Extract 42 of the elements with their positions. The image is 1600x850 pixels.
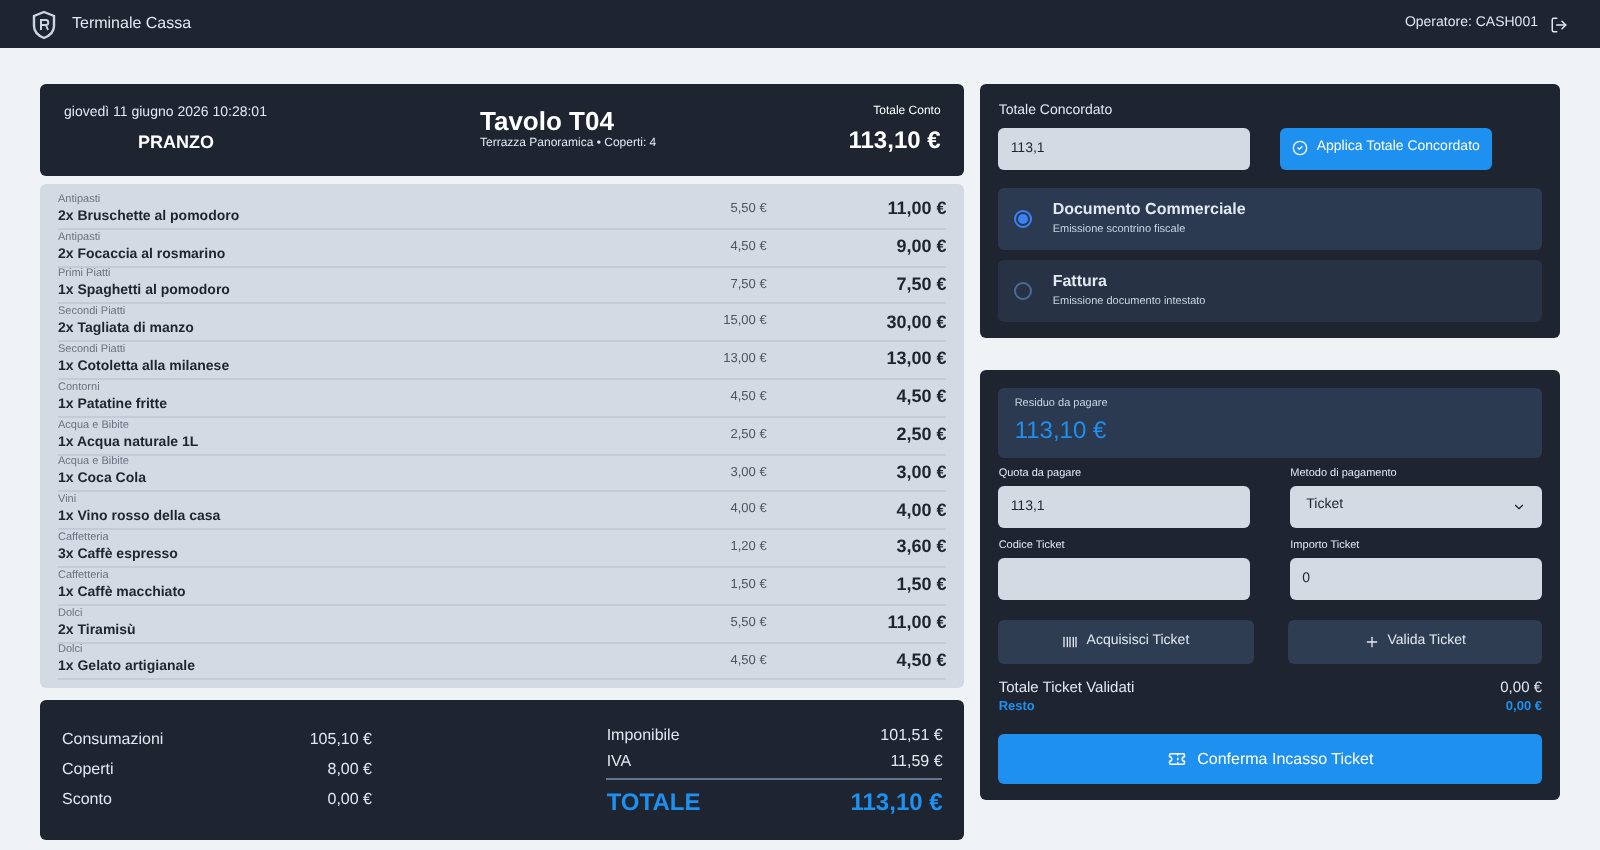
summary-value: 0,00 € [327,788,372,812]
app-title: Terminale Cassa [72,12,192,36]
item-total: 9,00 € [894,233,947,260]
barcode-icon [1062,634,1079,650]
tax-label: IVA [606,749,632,773]
item-total: 4,00 € [894,497,947,524]
plus-icon [1363,634,1380,650]
input-field[interactable] [998,558,1251,600]
item-total: 4,50 € [894,384,947,411]
radio-button[interactable] [1014,281,1033,299]
item-total: 3,60 € [894,534,947,561]
remaining-amount: 113,10 € [1014,414,1109,449]
ticket-icon [1167,750,1186,768]
summary-value: 105,10 € [309,728,372,752]
tax-label: Imponibile [606,723,680,747]
item-total: 4,50 € [894,647,947,674]
table-title: Tavolo T04 [480,106,616,136]
item-total: 11,00 € [885,609,947,636]
summary-value: 8,00 € [327,758,372,782]
grand-total-label: TOTALE [606,785,701,819]
item-total: 11,00 € [885,196,947,223]
chevron-down-icon [1512,499,1526,514]
document-title: Documento Commerciale [1052,197,1246,222]
document-title: Fattura [1052,269,1109,294]
service-label: PRANZO [138,129,216,155]
item-total: 3,00 € [894,459,947,486]
item-total: 7,50 € [894,271,947,298]
grand-total: 113,10 € [850,785,943,819]
summary-label: Coperti [62,758,114,782]
item-total: 1,50 € [894,572,947,599]
radio-button[interactable] [1014,209,1033,227]
bill-total: 113,10 € [848,123,941,157]
shield-logo-icon [32,9,56,39]
tax-value: 11,59 € [890,749,943,773]
item-total: 13,00 € [884,346,947,373]
tax-value: 101,51 € [880,723,943,747]
logout-icon[interactable] [1550,15,1568,33]
item-total: 2,50 € [894,421,947,448]
summary-label: Sconto [62,788,112,812]
check-circle-icon [1292,140,1309,156]
item-total: 30,00 € [884,309,947,336]
summary-label: Consumazioni [62,728,164,752]
